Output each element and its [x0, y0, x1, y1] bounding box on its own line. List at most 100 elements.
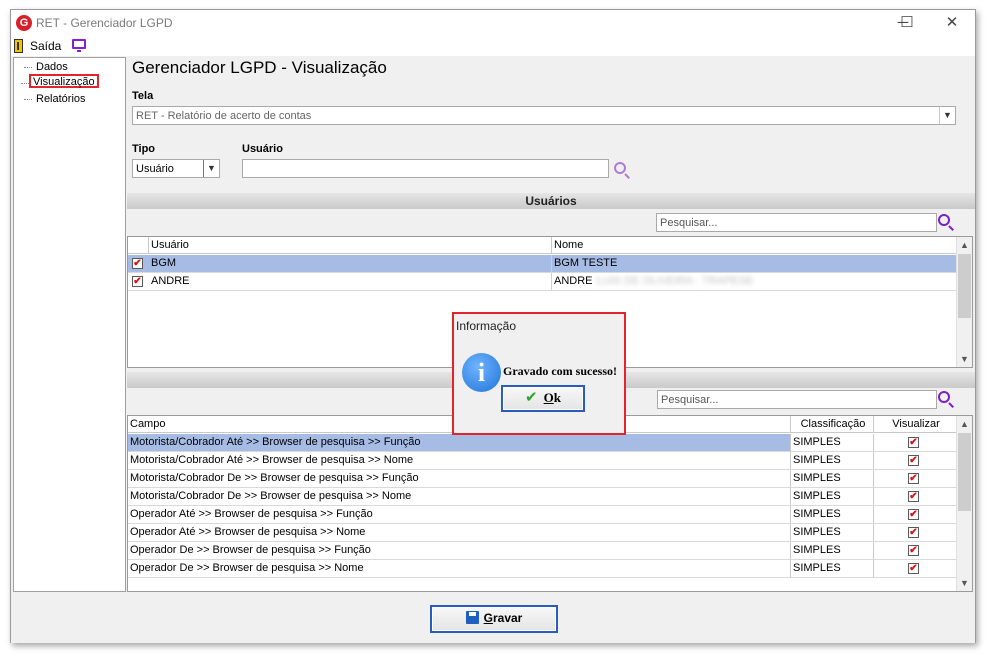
fields-row-campo: Motorista/Cobrador De >> Browser de pesq… [128, 488, 791, 505]
fields-row-classificacao: SIMPLES [791, 434, 874, 451]
users-col-nome[interactable]: Nome [552, 237, 956, 253]
users-search-icon[interactable] [938, 214, 950, 226]
fields-row[interactable]: Operador De >> Browser de pesquisa >> No… [128, 560, 956, 578]
fields-row-campo: Motorista/Cobrador Até >> Browser de pes… [128, 452, 791, 469]
users-row[interactable]: ✔ BGM BGM TESTE [128, 255, 956, 273]
ok-button-mnemonic: O [543, 390, 554, 405]
visualizar-checkbox[interactable]: ✔ [908, 491, 919, 502]
visualizar-checkbox[interactable]: ✔ [908, 545, 919, 556]
fields-search-input[interactable] [658, 391, 936, 408]
usuario-input-box [242, 159, 609, 178]
scroll-down-icon[interactable]: ▼ [957, 575, 972, 591]
exit-menu-item[interactable]: Saída [30, 39, 61, 53]
fields-scrollbar[interactable]: ▲ ▼ [956, 416, 972, 591]
tela-select-value: RET - Relatório de acerto de contas [136, 110, 312, 122]
users-row-checkbox[interactable]: ✔ [132, 258, 143, 269]
fields-row-classificacao: SIMPLES [791, 452, 874, 469]
fields-search-icon[interactable] [938, 391, 950, 403]
ok-button-label: k [553, 390, 561, 405]
fields-row[interactable]: Motorista/Cobrador De >> Browser de pesq… [128, 488, 956, 506]
scroll-up-icon[interactable]: ▲ [957, 416, 972, 432]
usuario-label: Usuário [242, 143, 283, 155]
tree-item-relatorios[interactable]: Relatórios [24, 92, 88, 106]
users-row-nome-cell: ANDRE LUIS DE OLIVEIRA - TRAPESE [552, 273, 956, 290]
fields-row-visualizar: ✔ [874, 560, 956, 577]
page-title: Gerenciador LGPD - Visualização [132, 58, 387, 77]
save-button-label: ravar [492, 611, 523, 625]
info-icon: i [462, 353, 501, 392]
menu-bar: Saída [11, 36, 975, 56]
chevron-down-icon[interactable]: ▼ [939, 107, 955, 124]
tipo-label: Tipo [132, 143, 156, 155]
navigation-tree: Dados Visualização Relatórios [13, 57, 126, 592]
users-search-input[interactable] [657, 214, 936, 231]
users-row[interactable]: ✔ ANDRE ANDRE LUIS DE OLIVEIRA - TRAPESE [128, 273, 956, 291]
users-search-box [656, 213, 937, 232]
users-col-usuario[interactable]: Usuário [149, 237, 552, 253]
visualizar-checkbox[interactable]: ✔ [908, 437, 919, 448]
fields-row-visualizar: ✔ [874, 542, 956, 559]
floppy-disk-icon [465, 611, 479, 624]
users-row-checkbox[interactable]: ✔ [132, 276, 143, 287]
tree-item-dados[interactable]: Dados [24, 60, 70, 74]
fields-col-classificacao[interactable]: Classificação [791, 416, 874, 432]
check-icon: ✔ [525, 388, 538, 406]
visualizar-checkbox[interactable]: ✔ [908, 473, 919, 484]
tipo-select-value: Usuário [136, 163, 174, 175]
fields-row[interactable]: Motorista/Cobrador De >> Browser de pesq… [128, 470, 956, 488]
users-scrollbar[interactable]: ▲ ▼ [956, 237, 972, 367]
app-logo-icon: G [16, 15, 32, 31]
title-bar: G RET - Gerenciador LGPD ─ ☐ ✕ [11, 10, 975, 36]
monitor-icon[interactable] [72, 39, 86, 52]
redacted-name: LUIS DE OLIVEIRA - TRAPESE [596, 275, 754, 287]
maximize-button[interactable]: ☐ [884, 10, 930, 36]
users-row-usuario: ANDRE [149, 273, 552, 290]
fields-row-classificacao: SIMPLES [791, 524, 874, 541]
fields-grid: Campo Classificação Visualizar Motorista… [127, 415, 973, 592]
fields-row[interactable]: Operador Até >> Browser de pesquisa >> F… [128, 506, 956, 524]
fields-row-campo: Motorista/Cobrador Até >> Browser de pes… [128, 434, 791, 451]
fields-row-campo: Operador De >> Browser de pesquisa >> No… [128, 560, 791, 577]
fields-row-campo: Operador De >> Browser de pesquisa >> Fu… [128, 542, 791, 559]
fields-scroll-thumb[interactable] [958, 433, 971, 511]
visualizar-checkbox[interactable]: ✔ [908, 455, 919, 466]
close-button[interactable]: ✕ [929, 10, 975, 36]
fields-row-campo: Operador Até >> Browser de pesquisa >> F… [128, 506, 791, 523]
fields-row[interactable]: Motorista/Cobrador Até >> Browser de pes… [128, 434, 956, 452]
fields-row-visualizar: ✔ [874, 434, 956, 451]
window-title: RET - Gerenciador LGPD [36, 16, 173, 30]
save-button[interactable]: Gravar [430, 605, 558, 633]
users-scroll-thumb[interactable] [958, 254, 971, 318]
visualizar-checkbox[interactable]: ✔ [908, 527, 919, 538]
fields-row-visualizar: ✔ [874, 524, 956, 541]
visualizar-checkbox[interactable]: ✔ [908, 509, 919, 520]
fields-row-campo: Motorista/Cobrador De >> Browser de pesq… [128, 470, 791, 487]
chevron-down-icon[interactable]: ▼ [203, 160, 219, 177]
fields-row-classificacao: SIMPLES [791, 470, 874, 487]
users-grid-header: Usuário Nome [128, 237, 956, 254]
fields-col-visualizar[interactable]: Visualizar [874, 416, 956, 432]
fields-row-visualizar: ✔ [874, 506, 956, 523]
tipo-select[interactable]: Usuário ▼ [132, 159, 220, 178]
scroll-up-icon[interactable]: ▲ [957, 237, 972, 253]
visualizar-checkbox[interactable]: ✔ [908, 563, 919, 574]
fields-row-classificacao: SIMPLES [791, 560, 874, 577]
save-button-mnemonic: G [483, 611, 493, 625]
fields-row-classificacao: SIMPLES [791, 488, 874, 505]
search-usuario-icon[interactable] [614, 162, 626, 174]
fields-row[interactable]: Motorista/Cobrador Até >> Browser de pes… [128, 452, 956, 470]
ok-button[interactable]: ✔ Ok [501, 385, 585, 412]
fields-row-campo: Operador Até >> Browser de pesquisa >> N… [128, 524, 791, 541]
fields-row[interactable]: Operador Até >> Browser de pesquisa >> N… [128, 524, 956, 542]
usuario-input[interactable] [243, 160, 608, 177]
tree-item-visualizacao[interactable]: Visualização [21, 74, 99, 88]
tela-select[interactable]: RET - Relatório de acerto de contas ▼ [132, 106, 956, 125]
tela-label: Tela [132, 90, 154, 102]
scroll-down-icon[interactable]: ▼ [957, 351, 972, 367]
users-section-header: Usuários [127, 193, 975, 209]
users-row-nome: ANDRE [554, 275, 593, 287]
exit-door-icon[interactable] [14, 39, 23, 53]
fields-row[interactable]: Operador De >> Browser de pesquisa >> Fu… [128, 542, 956, 560]
fields-row-visualizar: ✔ [874, 452, 956, 469]
fields-row-visualizar: ✔ [874, 488, 956, 505]
